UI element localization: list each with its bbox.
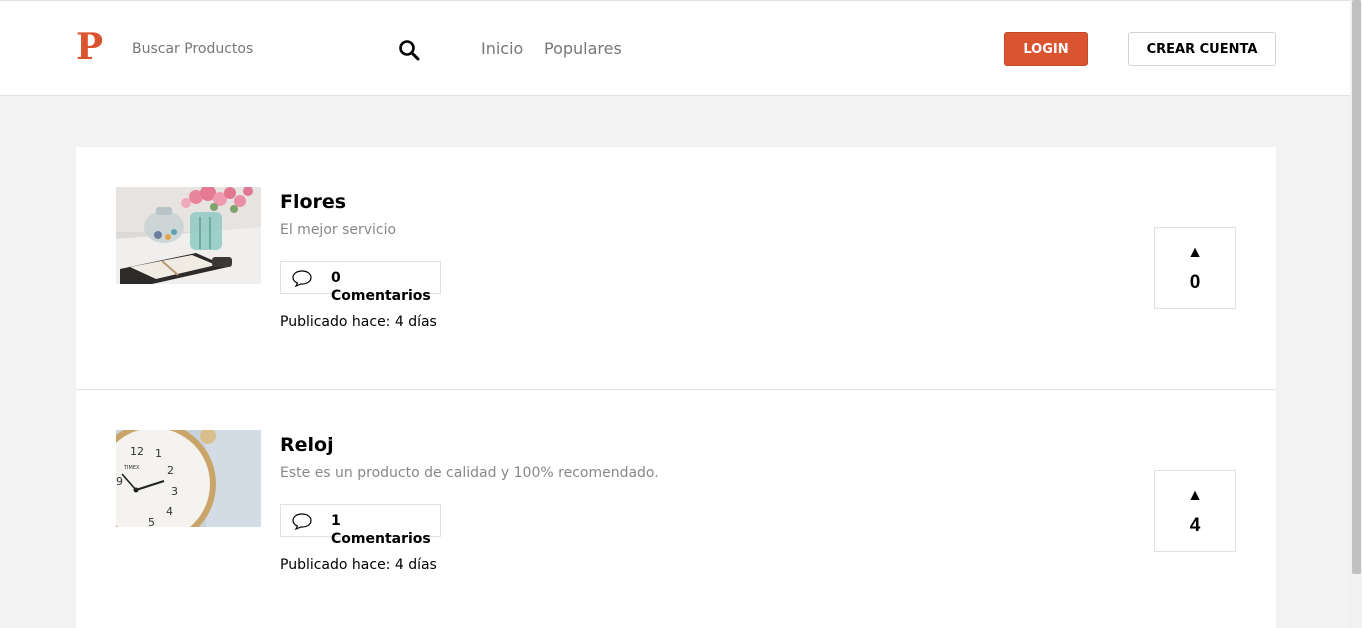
product-title[interactable]: Flores <box>280 190 346 214</box>
nav-link-populares[interactable]: Populares <box>544 39 622 59</box>
svg-text:9: 9 <box>116 475 123 488</box>
nav-link-inicio[interactable]: Inicio <box>481 39 523 59</box>
create-account-button[interactable]: CREAR CUENTA <box>1128 32 1276 66</box>
login-button[interactable]: LOGIN <box>1004 32 1088 66</box>
comments-count-label: 0 Comentarios <box>331 270 431 304</box>
upvote-button[interactable]: ▲ 0 <box>1154 227 1236 309</box>
search-input[interactable] <box>122 32 382 66</box>
svg-text:1: 1 <box>155 447 162 460</box>
product-item: Flores El mejor servicio 0 Comentarios P… <box>76 147 1276 390</box>
site-header: P Inicio Populares LOGIN CREAR CUENTA <box>0 1 1350 96</box>
product-item: 12 1 2 3 4 5 9 TIMEX Reloj Este es un pr… <box>76 389 1276 628</box>
product-title[interactable]: Reloj <box>280 433 334 457</box>
search-button[interactable] <box>396 38 422 64</box>
upvote-arrow-icon: ▲ <box>1187 244 1203 261</box>
vote-count: 4 <box>1189 515 1201 536</box>
search-icon <box>399 39 420 60</box>
speech-bubble-icon <box>292 270 312 287</box>
svg-text:12: 12 <box>130 445 144 458</box>
upvote-arrow-icon: ▲ <box>1187 487 1203 504</box>
svg-text:5: 5 <box>148 516 155 527</box>
comments-count-label: 1 Comentarios <box>331 513 431 547</box>
svg-text:2: 2 <box>167 464 174 477</box>
svg-text:3: 3 <box>171 485 178 498</box>
published-date: Publicado hace: 4 días <box>280 557 437 573</box>
product-image[interactable]: 12 1 2 3 4 5 9 TIMEX <box>116 430 261 527</box>
upvote-button[interactable]: ▲ 4 <box>1154 470 1236 552</box>
product-list: Flores El mejor servicio 0 Comentarios P… <box>76 147 1276 628</box>
vote-count: 0 <box>1189 272 1201 293</box>
logo[interactable]: P <box>76 27 103 67</box>
clock-image: 12 1 2 3 4 5 9 TIMEX <box>116 430 261 527</box>
svg-text:TIMEX: TIMEX <box>123 465 140 471</box>
scrollbar-thumb[interactable] <box>1352 0 1361 574</box>
published-date: Publicado hace: 4 días <box>280 314 437 330</box>
svg-text:4: 4 <box>166 505 173 518</box>
product-description: El mejor servicio <box>280 222 397 238</box>
product-description: Este es un producto de calidad y 100% re… <box>280 465 659 481</box>
product-image[interactable] <box>116 187 261 284</box>
comments-button[interactable]: 1 Comentarios <box>280 504 441 547</box>
speech-bubble-icon <box>292 513 312 530</box>
comments-button[interactable]: 0 Comentarios <box>280 261 441 304</box>
flowers-image <box>116 187 261 284</box>
